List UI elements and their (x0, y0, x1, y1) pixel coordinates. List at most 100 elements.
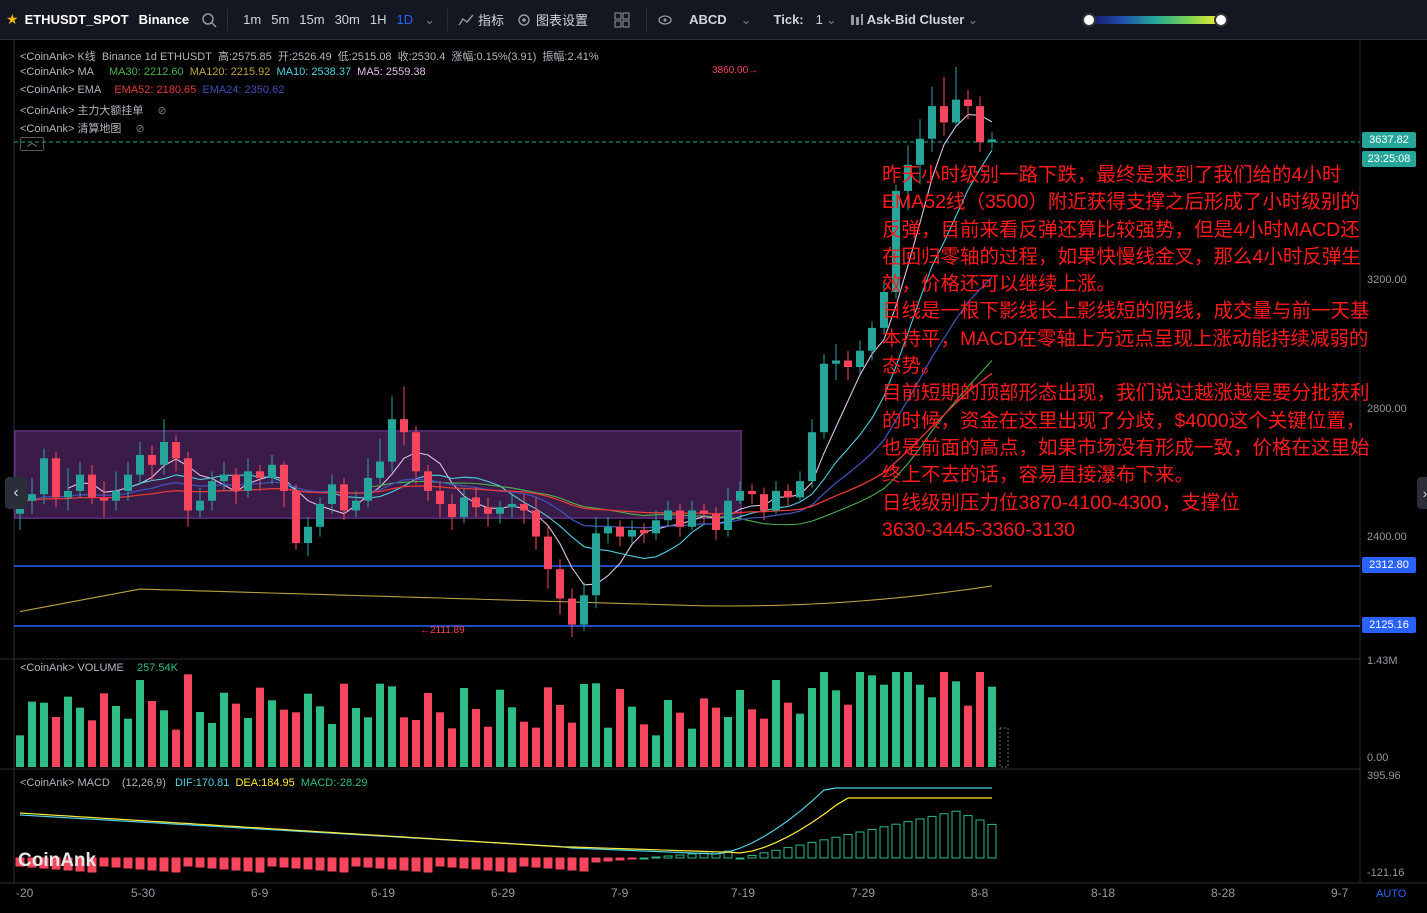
macd-histogram-bar (783, 847, 793, 859)
legend-low: 低:2515.08 (337, 51, 392, 63)
macd-histogram-bar (567, 857, 577, 871)
chart-settings-button[interactable]: 图表设置 (510, 0, 594, 40)
chevron-down-icon[interactable]: ⌄ (424, 12, 435, 28)
timeframe-5m[interactable]: 5m (266, 12, 294, 27)
legend-dea: DEA:184.95 (235, 777, 295, 789)
cluster-selector[interactable]: Ask-Bid Cluster ⌄ (843, 0, 984, 40)
legend-ma120: MA120: 2215.92 (189, 66, 271, 78)
symbol-name[interactable]: ETHUSDT_SPOT (25, 12, 129, 27)
eye-off-icon[interactable]: ⊘ (158, 105, 167, 117)
volume-bar (16, 735, 24, 767)
indicators-label: 指标 (478, 13, 505, 28)
search-icon[interactable] (201, 11, 217, 28)
candle-body (352, 500, 360, 511)
chart-area[interactable]: 3860.00→ ←2111.89 <CoinAnk> K线 Binance 1d … (0, 40, 1427, 913)
tick-selector[interactable]: Tick: 1 ⌄ (768, 0, 843, 40)
candle-body (832, 360, 840, 364)
volume-bar (820, 672, 828, 767)
volume-bar (880, 684, 888, 767)
legend-ema24: EMA24: 2350.62 (202, 84, 285, 96)
volume-bar (124, 718, 132, 767)
macd-histogram-bar (279, 857, 289, 868)
candle-body (52, 458, 60, 498)
legend-high: 高:2575.85 (217, 51, 272, 63)
chevron-down-icon[interactable]: ⌄ (741, 12, 752, 28)
eye-off-icon[interactable]: ⊘ (136, 123, 145, 135)
candle-body (136, 455, 144, 475)
candle-body (268, 464, 276, 478)
volume-bar (616, 689, 624, 767)
timeframe-1D[interactable]: 1D (392, 12, 419, 27)
timeframe-1H[interactable]: 1H (365, 12, 392, 27)
volume-bar (172, 729, 180, 767)
volume-bar (436, 712, 444, 767)
candle-body (976, 106, 984, 142)
legend-desc: Binance 1d ETHUSDT (101, 51, 212, 63)
candle-body (580, 595, 588, 625)
timeframe-group: 1m 5m 15m 30m 1H 1D (232, 0, 424, 40)
candle-body (700, 510, 708, 514)
volume-bar (748, 709, 756, 767)
candle-body (868, 327, 876, 351)
macd-histogram-bar (243, 857, 253, 872)
timeframe-1m[interactable]: 1m (238, 12, 266, 27)
time-axis-label: 7-9 (611, 886, 629, 900)
candle-body (748, 490, 756, 495)
volume-bar (112, 706, 120, 767)
auto-scale-button[interactable]: AUTO (1376, 888, 1406, 900)
time-axis-label: 7-19 (731, 886, 756, 900)
chevron-down-icon[interactable]: ⌄ (826, 12, 837, 28)
volume-bar (604, 727, 612, 767)
volume-bar (412, 720, 420, 767)
symbol-group[interactable]: ★ ETHUSDT_SPOT Binance (0, 0, 223, 40)
timeframe-30m[interactable]: 30m (330, 12, 365, 27)
candle-body (796, 481, 804, 498)
candle-body (208, 481, 216, 501)
volume-bar (196, 712, 204, 767)
macd-histogram-bar (531, 857, 541, 868)
candle-body (364, 477, 372, 501)
volume-axis-max: 1.43M (1367, 655, 1398, 667)
volume-bar (796, 713, 804, 767)
timeframe-15m[interactable]: 15m (294, 12, 329, 27)
chevron-down-icon[interactable]: ⌄ (967, 12, 978, 28)
slider-handle-left[interactable] (1082, 13, 1096, 27)
macd-histogram-bar (507, 857, 517, 873)
drawing-tool-button[interactable]: ABCD ⌄ (651, 0, 757, 40)
time-axis-label: 6-29 (491, 886, 516, 900)
legend-kline: <CoinAnk> K线 Binance 1d ETHUSDT 高:2575.85… (20, 48, 602, 64)
volume-bar (724, 717, 732, 767)
candle-body (988, 139, 996, 142)
macd-histogram-bar (819, 839, 829, 859)
macd-histogram-bar (687, 853, 697, 859)
candle-body (100, 497, 108, 501)
indicators-button[interactable]: 指标 (452, 0, 510, 40)
scroll-right-button[interactable]: › (1417, 477, 1427, 509)
legend-ema: <CoinAnk> EMA EMA52: 2180.65 EMA24: 2350.… (20, 84, 287, 96)
exchange-name: Binance (138, 12, 190, 27)
macd-histogram-bar (195, 857, 205, 868)
legend-source: <CoinAnk> (20, 105, 75, 117)
scroll-left-button[interactable]: ‹ (5, 477, 27, 509)
volume-bar (364, 717, 372, 767)
hline-price-tag: 2312.80 (1362, 557, 1416, 573)
candle-body (808, 432, 816, 482)
macd-histogram-bar (843, 834, 853, 859)
macd-histogram-bar (339, 857, 349, 873)
collapse-legend-button[interactable]: ︿ (20, 137, 44, 151)
volume-bar (652, 735, 660, 767)
tick-value[interactable]: 1 (816, 12, 823, 27)
candle-body (472, 497, 480, 508)
macd-histogram-bar (615, 857, 625, 861)
slider-handle-right[interactable] (1214, 13, 1228, 27)
heatmap-color-slider[interactable] (1082, 13, 1228, 27)
divider (227, 8, 229, 31)
candle-body (88, 474, 96, 498)
macd-histogram-bar (207, 857, 217, 869)
candle-body (28, 494, 36, 501)
star-icon[interactable]: ★ (6, 11, 19, 28)
macd-histogram-bar (255, 857, 265, 873)
time-axis-label: 9-7 (1331, 886, 1349, 900)
candle-body (508, 503, 516, 508)
layout-button[interactable] (608, 0, 636, 40)
